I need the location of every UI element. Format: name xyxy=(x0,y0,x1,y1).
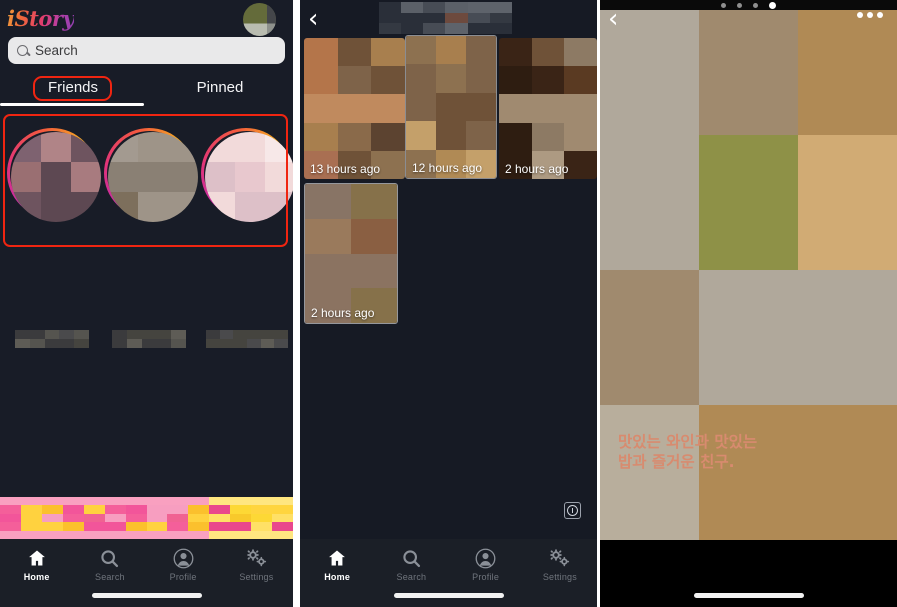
banner-ad[interactable] xyxy=(0,497,293,539)
story-card-3[interactable]: 2 hours ago xyxy=(499,38,597,179)
story-name-2 xyxy=(112,330,186,348)
nav-label-profile: Profile xyxy=(169,572,197,582)
nav-item-search[interactable]: Search xyxy=(73,547,146,595)
kebab-dot xyxy=(877,12,883,18)
blurred-title xyxy=(379,2,512,34)
home-icon xyxy=(26,547,48,569)
app-logo: iStory xyxy=(7,6,75,31)
nav-item-home[interactable]: Home xyxy=(300,547,374,595)
profile-icon xyxy=(173,547,194,569)
story-circle-3[interactable] xyxy=(201,128,293,222)
story-card-2-thumb xyxy=(406,36,496,178)
screenshot-stage: iStory Search Friends Pinned Home Search… xyxy=(0,0,897,607)
bottom-nav-items-2: Home Search Profile Settings xyxy=(300,547,597,595)
nav-label-search: Search xyxy=(95,572,125,582)
nav-item-settings[interactable]: Settings xyxy=(220,547,293,595)
tab-friends[interactable]: Friends xyxy=(0,75,146,101)
story-thumb-3 xyxy=(205,132,293,222)
nav-item-search[interactable]: Search xyxy=(374,547,448,595)
tab-active-indicator xyxy=(0,103,144,106)
info-icon[interactable] xyxy=(564,502,581,519)
nav-label-settings: Settings xyxy=(542,572,577,582)
nav-item-home[interactable]: Home xyxy=(0,547,73,595)
nav-item-profile[interactable]: Profile xyxy=(147,547,220,595)
home-indicator xyxy=(393,593,504,598)
search-input[interactable]: Search xyxy=(8,37,285,64)
story-thumb-2 xyxy=(108,132,198,222)
story-circle-2[interactable] xyxy=(104,128,198,222)
bottom-nav-panel2: Home Search Profile Settings xyxy=(300,539,597,607)
story-card-1[interactable]: 13 hours ago xyxy=(304,38,405,179)
settings-gear-icon xyxy=(245,547,268,569)
back-chevron-icon[interactable]: ‹ xyxy=(308,6,318,32)
story-card-1-thumb xyxy=(304,38,405,179)
viewer-bottom-bar xyxy=(600,540,897,607)
bottom-nav-items-1: Home Search Profile Settings xyxy=(0,547,293,595)
page-dot-3 xyxy=(753,2,758,8)
kebab-menu-icon[interactable] xyxy=(857,12,883,18)
page-dot-1 xyxy=(721,2,726,8)
home-indicator xyxy=(91,593,202,598)
kebab-dot xyxy=(867,12,873,18)
nav-item-settings[interactable]: Settings xyxy=(523,547,597,595)
story-card-4-timestamp: 2 hours ago xyxy=(311,306,375,320)
search-icon xyxy=(401,547,422,569)
settings-gear-icon xyxy=(548,547,571,569)
avatar[interactable] xyxy=(243,3,276,36)
feed-tabs: Friends Pinned xyxy=(0,75,293,106)
story-viewer-content[interactable]: 맛있는 와인과 맛있는 밥과 즐거운 친구. xyxy=(600,0,897,540)
nav-label-settings: Settings xyxy=(239,572,274,582)
story-card-2[interactable]: 12 hours ago xyxy=(405,35,497,179)
story-circle-1[interactable] xyxy=(7,128,101,222)
story-caption-line-1: 맛있는 와인과 맛있는 xyxy=(618,433,758,451)
story-page-dots xyxy=(600,0,897,10)
story-card-3-timestamp: 2 hours ago xyxy=(505,162,569,176)
nav-item-profile[interactable]: Profile xyxy=(449,547,523,595)
story-card-1-timestamp: 13 hours ago xyxy=(310,162,381,176)
story-caption: 맛있는 와인과 맛있는 밥과 즐거운 친구. xyxy=(618,432,798,473)
profile-icon xyxy=(475,547,496,569)
kebab-dot xyxy=(857,12,863,18)
panel-story-viewer: 맛있는 와인과 맛있는 밥과 즐거운 친구. ‹ xyxy=(600,0,897,607)
page-dot-4 xyxy=(769,1,776,9)
back-chevron-icon[interactable]: ‹ xyxy=(608,6,618,32)
nav-label-profile: Profile xyxy=(472,572,500,582)
panel-friends-feed: iStory Search Friends Pinned Home Search… xyxy=(0,0,293,607)
page-dot-2 xyxy=(737,2,742,8)
nav-label-home: Home xyxy=(324,572,351,582)
home-indicator xyxy=(693,593,804,598)
story-card-2-timestamp: 12 hours ago xyxy=(412,161,483,175)
tab-pinned[interactable]: Pinned xyxy=(147,75,293,101)
story-thumb-1 xyxy=(11,132,101,222)
story-name-3 xyxy=(206,330,288,348)
panel-divider-1 xyxy=(293,0,300,607)
story-name-1 xyxy=(15,330,89,348)
home-icon xyxy=(326,547,348,569)
bottom-nav-panel1: Home Search Profile Settings xyxy=(0,539,293,607)
panel-story-list: ‹ 13 hours ago 12 hours ago 2 hours ago … xyxy=(300,0,597,607)
nav-label-search: Search xyxy=(396,572,427,582)
story-circles-row xyxy=(3,114,293,348)
story-card-3-thumb xyxy=(499,38,597,179)
story-caption-line-2: 밥과 즐거운 친구. xyxy=(618,453,735,472)
search-icon xyxy=(17,45,28,56)
search-icon xyxy=(99,547,120,569)
info-icon-glyph xyxy=(567,505,578,516)
search-placeholder: Search xyxy=(35,43,78,58)
nav-label-home: Home xyxy=(23,572,50,582)
story-card-4[interactable]: 2 hours ago xyxy=(304,183,398,324)
